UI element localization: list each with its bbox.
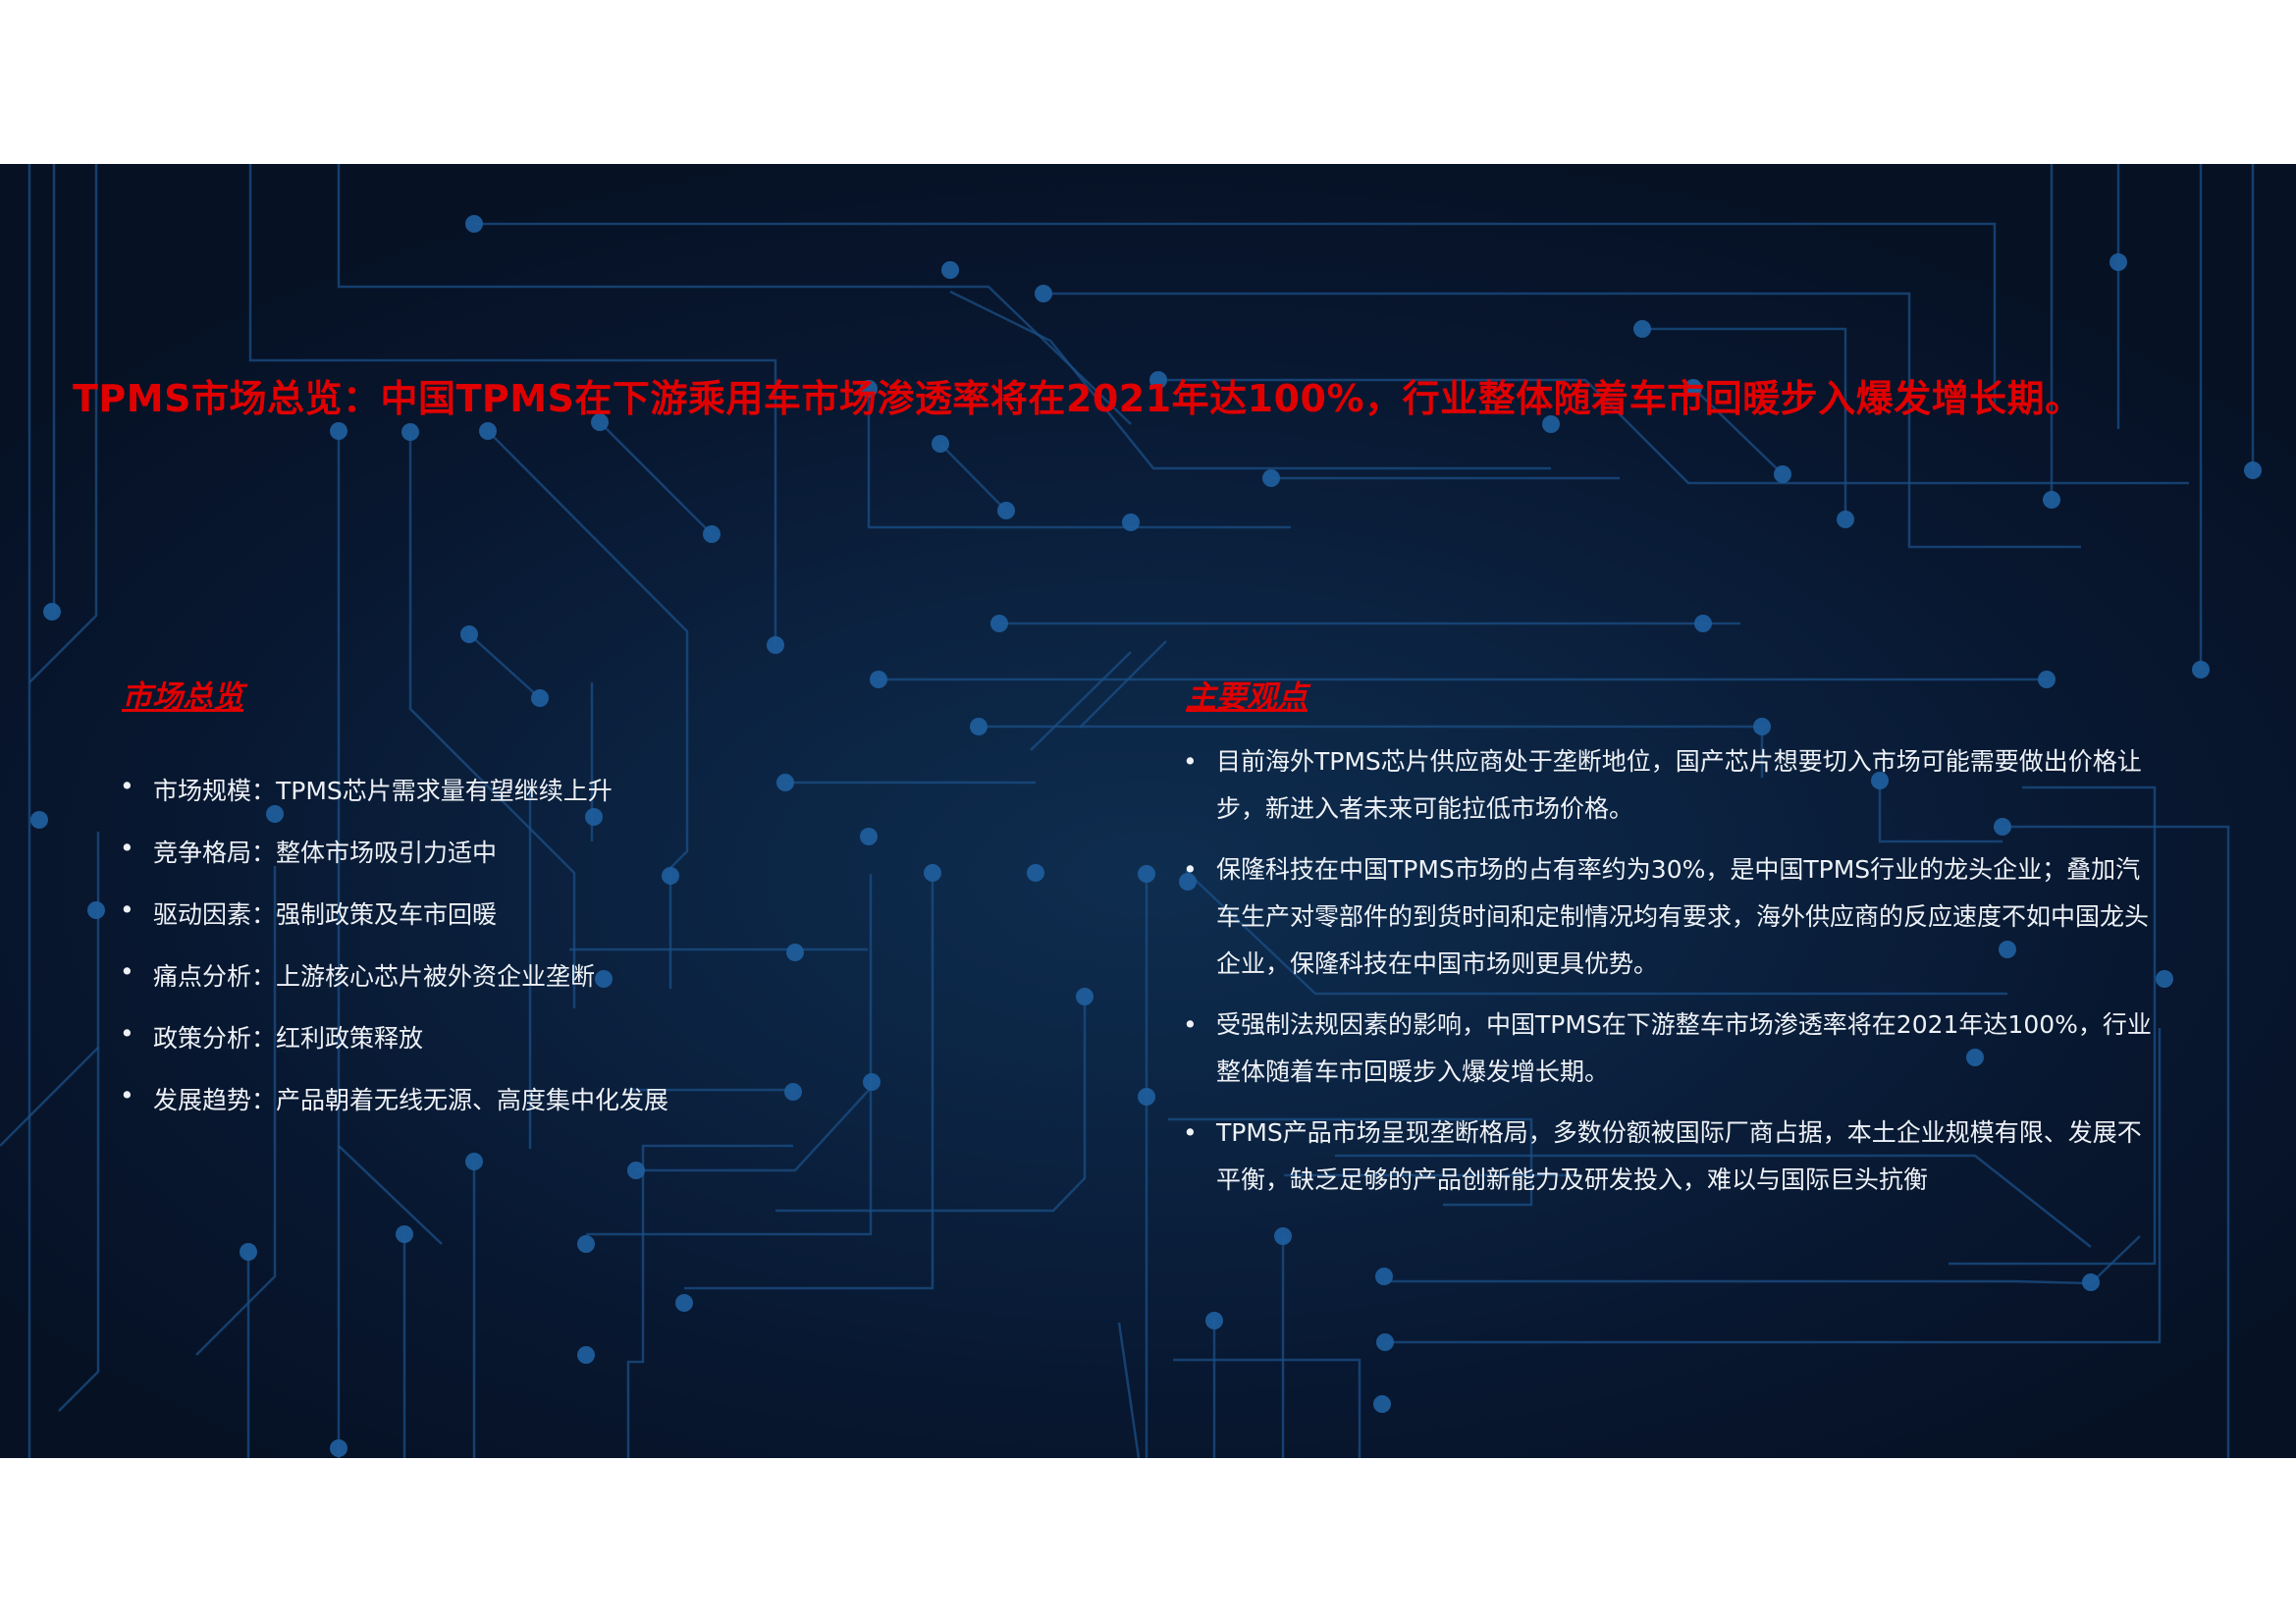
bullet-icon: •: [120, 772, 134, 800]
list-item: • TPMS产品市场呈现垄断格局，多数份额被国际厂商占据，本土企业规模有限、发展不…: [1183, 1110, 2164, 1204]
list-item-text: 保隆科技在中国TPMS市场的占有率约为30%，是中国TPMS行业的龙头企业；叠加…: [1216, 855, 2150, 978]
market-overview-title: 市场总览: [122, 679, 243, 715]
bullet-icon: •: [1183, 1118, 1198, 1147]
list-item-text: 目前海外TPMS芯片供应商处于垄断地位，国产芯片想要切入市场可能需要做出价格让步…: [1216, 747, 2142, 823]
bullet-icon: •: [120, 895, 134, 924]
list-item: • 保隆科技在中国TPMS市场的占有率约为30%，是中国TPMS行业的龙头企业；叠…: [1183, 846, 2164, 988]
bullet-icon: •: [120, 834, 134, 862]
bullet-icon: •: [1183, 747, 1198, 776]
list-item-text: 受强制法规因素的影响，中国TPMS在下游整车市场渗透率将在2021年达100%，…: [1216, 1010, 2152, 1086]
bullet-icon: •: [1183, 855, 1198, 884]
list-item: • 痛点分析：上游核心芯片被外资企业垄断: [120, 957, 668, 1019]
bullet-icon: •: [1183, 1010, 1198, 1039]
list-item: • 目前海外TPMS芯片供应商处于垄断地位，国产芯片想要切入市场可能需要做出价格让…: [1183, 738, 2164, 833]
market-overview-list: • 市场规模：TPMS芯片需求量有望继续上升 • 竞争格局：整体市场吸引力适中 • 驱…: [120, 772, 668, 1143]
list-item: • 市场规模：TPMS芯片需求量有望继续上升: [120, 772, 668, 834]
list-item-text: 市场规模：TPMS芯片需求量有望继续上升: [153, 777, 613, 805]
list-item: • 发展趋势：产品朝着无线无源、高度集中化发展: [120, 1081, 668, 1143]
list-item-text: 痛点分析：上游核心芯片被外资企业垄断: [153, 962, 596, 991]
list-item-text: 政策分析：红利政策释放: [153, 1024, 424, 1053]
list-item: • 受强制法规因素的影响，中国TPMS在下游整车市场渗透率将在2021年达100%…: [1183, 1001, 2164, 1096]
list-item-text: 竞争格局：整体市场吸引力适中: [153, 839, 498, 867]
headline: TPMS市场总览：中国TPMS在下游乘用车市场渗透率将在2021年达100%，行…: [73, 377, 2083, 420]
key-points-list: • 目前海外TPMS芯片供应商处于垄断地位，国产芯片想要切入市场可能需要做出价格让…: [1183, 738, 2164, 1218]
bullet-icon: •: [120, 1081, 134, 1110]
list-item-text: TPMS产品市场呈现垄断格局，多数份额被国际厂商占据，本土企业规模有限、发展不平…: [1216, 1118, 2142, 1194]
bullet-icon: •: [120, 1019, 134, 1048]
list-item: • 驱动因素：强制政策及车市回暖: [120, 895, 668, 957]
list-item-text: 驱动因素：强制政策及车市回暖: [153, 900, 498, 929]
list-item: • 政策分析：红利政策释放: [120, 1019, 668, 1081]
key-points-title: 主要观点: [1186, 679, 1308, 715]
list-item-text: 发展趋势：产品朝着无线无源、高度集中化发展: [153, 1086, 669, 1114]
list-item: • 竞争格局：整体市场吸引力适中: [120, 834, 668, 895]
bullet-icon: •: [120, 957, 134, 986]
